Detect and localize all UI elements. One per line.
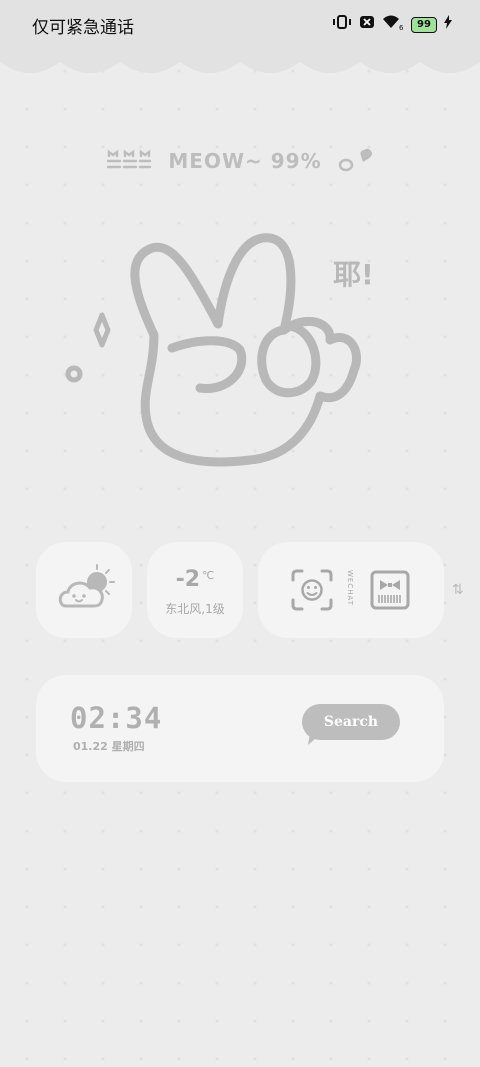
clock-date: 01.22 星期四 [73, 740, 145, 753]
apps-widget: WECHAT [258, 542, 444, 638]
wechat-label: WECHAT [346, 570, 354, 607]
exclaim-text: 耶! [333, 258, 374, 291]
speech-bubble-tail-icon [308, 733, 322, 745]
charging-icon [444, 15, 452, 34]
bubble-heart-icon [338, 148, 372, 172]
temperature-widget[interactable]: -2 ℃ 东北风,1级 [147, 542, 243, 638]
temperature-number: -2 [175, 567, 201, 592]
temperature-unit: ℃ [202, 569, 215, 582]
clock-search-widget: 02:34 01.22 星期四 Search [36, 675, 444, 782]
carrier-text: 仅可紧急通话 [32, 18, 134, 38]
wind-text: 东北风,1级 [165, 602, 225, 616]
status-icons: 6 99 [332, 14, 452, 35]
status-bar: 仅可紧急通话 6 99 [0, 0, 480, 50]
barcode-icon[interactable] [370, 570, 410, 610]
meow-text: MEOW~ 99% [168, 149, 322, 173]
battery-level: 99 [417, 19, 431, 30]
cat-faces-icon [107, 149, 152, 169]
temperature-value: -2 ℃ [147, 567, 243, 592]
notification-icon [359, 15, 375, 34]
swap-arrows-icon: ⇅ [452, 582, 464, 598]
weather-widget[interactable] [36, 542, 132, 638]
battery-icon: 99 [411, 16, 437, 33]
face-scan-icon[interactable] [290, 568, 334, 612]
vibrate-icon [332, 15, 352, 34]
wifi-icon: 6 [382, 14, 404, 35]
weather-cloud-sun-icon [58, 564, 115, 608]
svg-text:6: 6 [399, 24, 404, 30]
meow-battery-header: MEOW~ 99% [0, 148, 480, 174]
clock-time: 02:34 [70, 701, 163, 735]
